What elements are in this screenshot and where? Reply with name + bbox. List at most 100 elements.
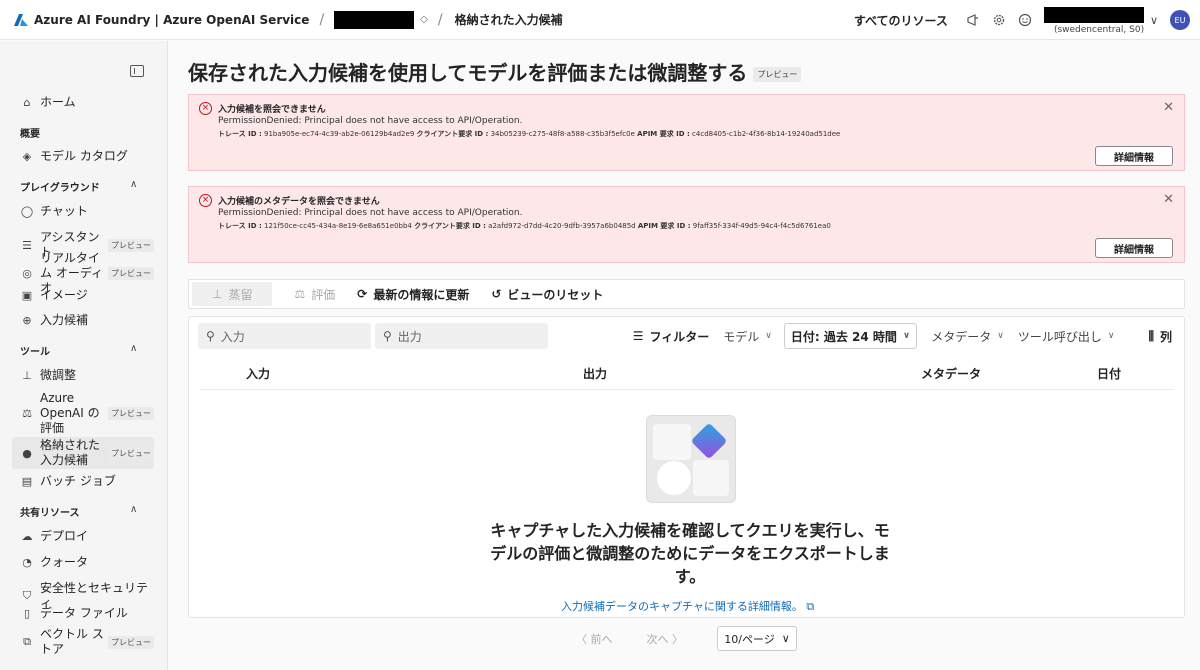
sidebar-item-stored-completions[interactable]: ● 格納された入力候補 プレビュー: [12, 437, 154, 469]
close-icon[interactable]: ✕: [1163, 100, 1174, 115]
file-icon: ▯: [23, 607, 31, 620]
alert-trace-ids: トレース ID : 121f50ce-cc45-434a-8e19-6e8a65…: [218, 222, 831, 230]
refresh-icon: ⟳: [357, 287, 368, 301]
details-button[interactable]: 詳細情報: [1095, 146, 1173, 166]
preview-badge: プレビュー: [108, 238, 154, 252]
page-title: 保存された入力候補を使用してモデルを評価または微調整する プレビュー: [188, 57, 802, 86]
evaluate-button[interactable]: ⚖ 評価: [294, 286, 335, 303]
top-bar: Azure AI Foundry | Azure OpenAI Service …: [0, 0, 1200, 40]
brand-name: Azure AI Foundry | Azure OpenAI Service: [34, 12, 310, 27]
section-overview: 概要: [20, 129, 40, 140]
stored-completions-icon: ●: [22, 446, 32, 460]
megaphone-icon[interactable]: [965, 12, 981, 28]
close-icon[interactable]: ✕: [1163, 192, 1174, 207]
header-divider: [199, 389, 1174, 390]
sidebar-item-chat[interactable]: ◯ チャット: [12, 204, 154, 219]
project-switch-icon[interactable]: ◇: [420, 14, 428, 25]
search-icon: ⚲: [383, 329, 392, 343]
flask-icon: ⊥: [212, 287, 223, 301]
sidebar-item-batch-job[interactable]: ▤ バッチ ジョブ: [12, 474, 154, 489]
sidebar-item-home[interactable]: ⌂ ホーム: [12, 95, 154, 110]
column-header-metadata[interactable]: メタデータ: [921, 365, 981, 382]
chevron-down-icon: ∨: [765, 331, 772, 341]
error-alert: × 入力候補を照会できません PermissionDenied: Princip…: [188, 94, 1185, 171]
brand[interactable]: Azure AI Foundry | Azure OpenAI Service: [14, 13, 309, 27]
external-link-icon: ⧉: [806, 600, 815, 613]
image-icon: ▣: [21, 289, 33, 302]
tool-calls-dropdown[interactable]: ツール呼び出し ∨: [1018, 328, 1115, 345]
smiley-feedback-icon[interactable]: [1017, 12, 1033, 28]
breadcrumb-current: 格納された入力候補: [454, 13, 563, 27]
output-search[interactable]: ⚲ 出力: [375, 323, 548, 349]
shield-icon: ⛉: [22, 589, 32, 602]
alert-title: 入力候補のメタデータを照会できません: [218, 197, 380, 207]
filter-bar: ☰ フィルター モデル ∨ 日付: 過去 24 時間 ∨ メタデータ ∨ ツール…: [619, 323, 1172, 349]
preview-badge: プレビュー: [753, 67, 802, 82]
sidebar-item-finetune[interactable]: ⊥ 微調整: [12, 368, 154, 383]
quota-icon: ◔: [22, 556, 32, 569]
date-dropdown[interactable]: 日付: 過去 24 時間 ∨: [783, 323, 918, 349]
preview-badge: プレビュー: [108, 267, 154, 280]
all-resources-link[interactable]: すべてのリソース: [854, 12, 948, 29]
sidebar-item-deploy[interactable]: ☁ デプロイ: [12, 529, 154, 544]
column-header-input[interactable]: 入力: [246, 365, 270, 382]
page-size-select[interactable]: 10/ページ ∨: [717, 626, 797, 651]
column-header-date[interactable]: 日付: [1097, 365, 1121, 382]
project-name-redacted[interactable]: [334, 10, 415, 29]
sidebar-item-completions[interactable]: ⊕ 入力候補: [12, 313, 154, 328]
search-icon: ⚲: [206, 329, 215, 343]
chevron-down-icon: ∨: [902, 331, 911, 341]
empty-state-message: キャプチャした入力候補を確認してクエリを実行し、モデルの評価と微調整のためにデー…: [490, 521, 890, 586]
learn-more-link[interactable]: 入力候補データのキャプチャに関する詳細情報。 ⧉: [561, 598, 814, 614]
columns-icon: ⫼: [1148, 328, 1154, 343]
chevron-down-icon: ∨: [1107, 331, 1115, 341]
preview-badge: プレビュー: [108, 407, 154, 420]
sidebar-item-vector-store[interactable]: ⧉ ベクトル ストア プレビュー: [12, 627, 154, 657]
prev-page-button[interactable]: 〈 前へ: [576, 631, 613, 647]
completions-icon: ⊕: [22, 314, 32, 327]
chevron-down-icon[interactable]: ∨: [1150, 14, 1158, 27]
sidebar-item-quota[interactable]: ◔ クォータ: [12, 555, 154, 570]
section-shared: 共有リソース: [20, 508, 80, 519]
sidebar-item-image[interactable]: ▣ イメージ: [12, 288, 154, 303]
section-playground: プレイグラウンド: [20, 183, 100, 194]
reset-view-button[interactable]: ↺ ビューのリセット: [491, 286, 603, 303]
columns-button[interactable]: ⫼ 列: [1148, 328, 1172, 345]
sidebar-item-data-files[interactable]: ▯ データ ファイル: [12, 606, 154, 621]
deploy-icon: ☁: [21, 530, 33, 543]
collapse-sidebar-icon[interactable]: [130, 65, 144, 77]
sidebar-item-model-catalog[interactable]: ◈ モデル カタログ: [12, 149, 154, 164]
column-header-output[interactable]: 出力: [583, 365, 607, 382]
chevron-up-icon[interactable]: ∧: [130, 343, 137, 354]
alert-message: PermissionDenied: Principal does not hav…: [218, 208, 523, 218]
gear-icon[interactable]: [991, 12, 1007, 28]
distill-button[interactable]: ⊥ 蒸留: [192, 282, 273, 306]
preview-badge: プレビュー: [108, 446, 154, 460]
chat-icon: ◯: [20, 205, 34, 218]
chevron-up-icon[interactable]: ∧: [130, 179, 137, 190]
undo-icon: ↺: [491, 287, 502, 301]
details-button[interactable]: 詳細情報: [1095, 238, 1173, 258]
chevron-down-icon: ∨: [997, 331, 1004, 341]
input-search[interactable]: ⚲ 入力: [198, 323, 371, 349]
error-icon: ×: [199, 102, 212, 115]
cube-icon: ◈: [22, 150, 32, 163]
azure-logo-icon: [14, 13, 28, 26]
account-switcher[interactable]: (swedencentral, S0): [1043, 3, 1144, 37]
scale-icon: ⚖: [22, 407, 32, 420]
account-name-redacted: [1043, 7, 1144, 23]
avatar[interactable]: EU: [1170, 10, 1190, 30]
home-icon: ⌂: [23, 96, 31, 109]
chevron-up-icon[interactable]: ∧: [130, 504, 137, 515]
command-toolbar: ⊥ 蒸留 ⚖ 評価 ⟳ 最新の情報に更新 ↺ ビューのリセット: [188, 279, 1185, 309]
model-dropdown[interactable]: モデル ∨: [723, 328, 772, 345]
pagination: 〈 前へ 次へ 〉 10/ページ ∨: [576, 626, 797, 651]
sidebar-item-azure-eval[interactable]: ⚖ Azure OpenAI の評価 プレビュー: [12, 391, 154, 436]
filter-button[interactable]: ☰ フィルター: [633, 328, 710, 345]
next-page-button[interactable]: 次へ 〉: [647, 631, 684, 647]
error-icon: ×: [199, 194, 212, 207]
refresh-button[interactable]: ⟳ 最新の情報に更新: [357, 286, 469, 303]
breadcrumb-separator: /: [319, 11, 325, 28]
preview-badge: プレビュー: [108, 635, 154, 649]
metadata-dropdown[interactable]: メタデータ ∨: [931, 328, 1004, 345]
